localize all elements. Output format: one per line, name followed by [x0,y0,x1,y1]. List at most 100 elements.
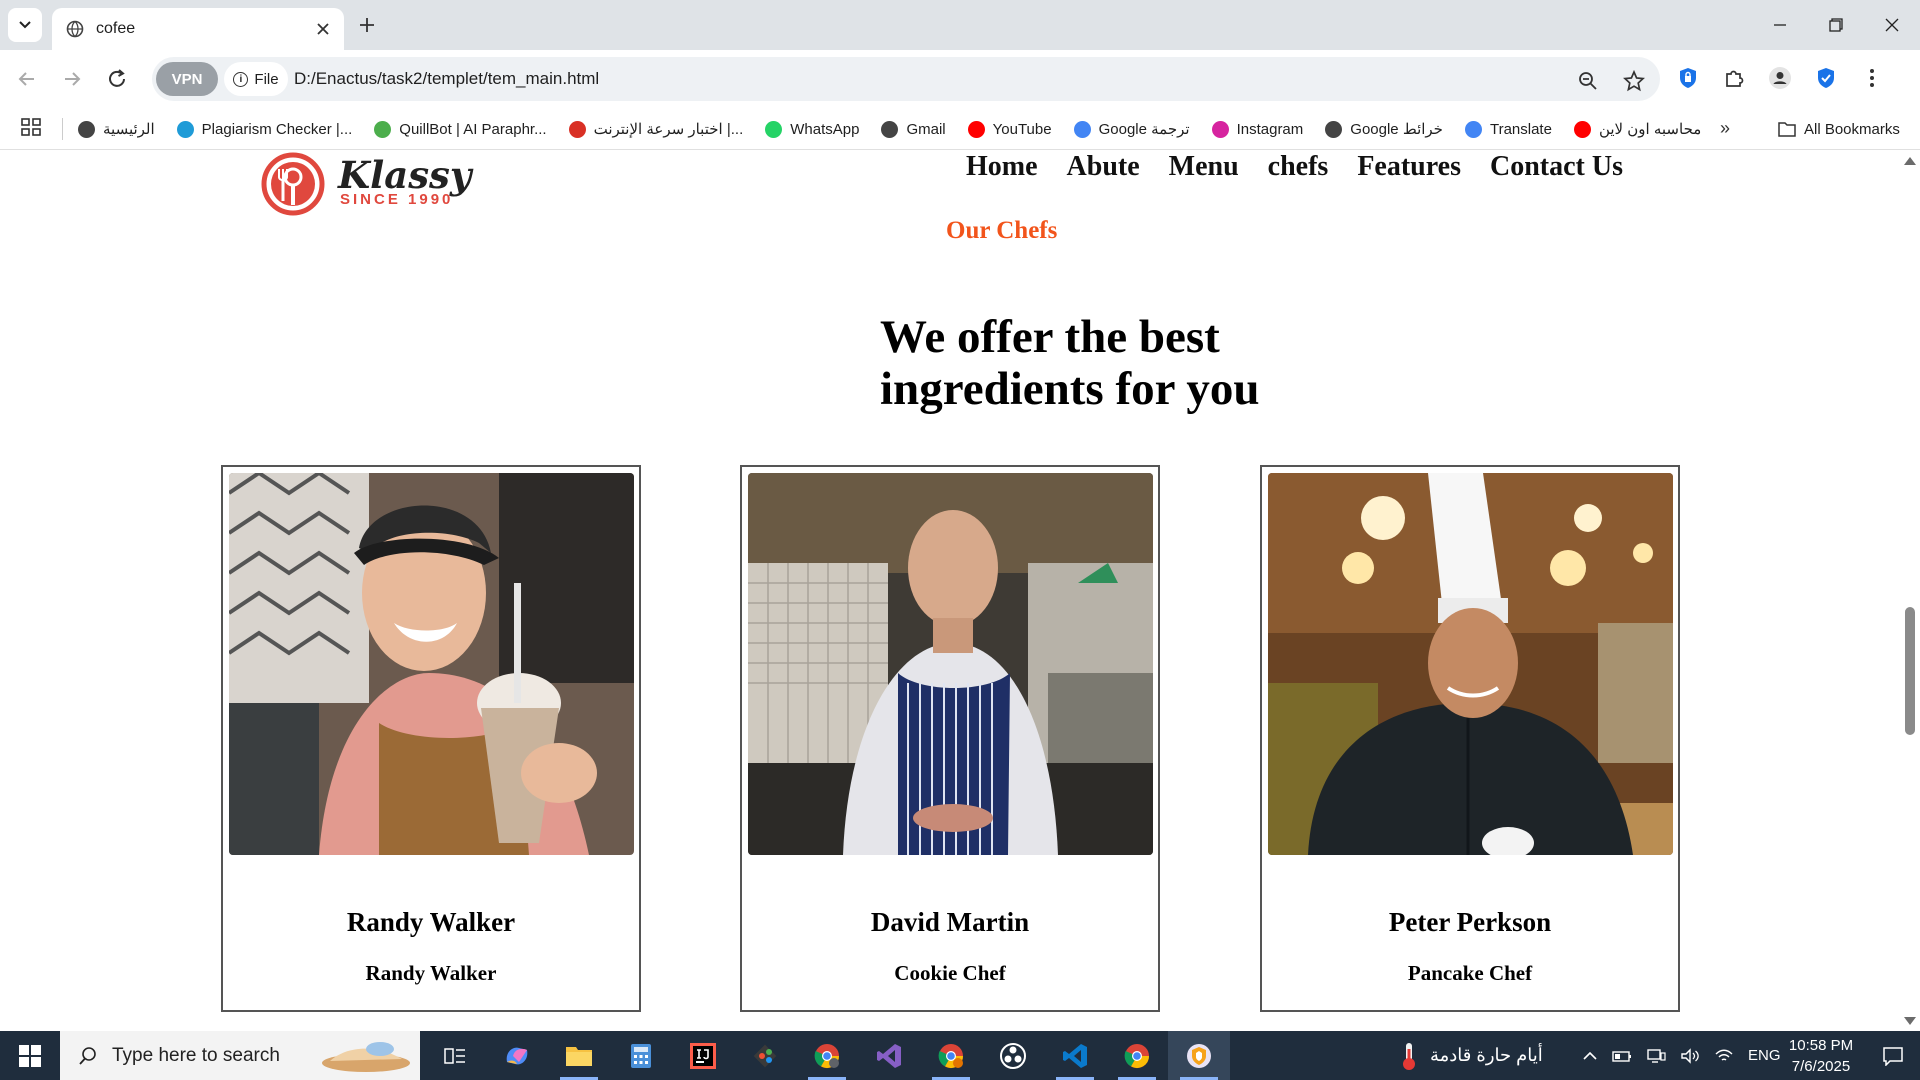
bookmark-label: اختبار سرعة الإنترنت |... [593,121,744,138]
chrome-app-2[interactable] [920,1031,982,1080]
git-app[interactable] [734,1031,796,1080]
intellij-icon [690,1042,716,1069]
back-button[interactable] [10,62,44,96]
taskbar-apps [424,1031,1230,1080]
brave-app[interactable] [1168,1031,1230,1080]
page-scrollbar[interactable] [1900,151,1920,1031]
bookmark-item[interactable]: اختبار سرعة الإنترنت |... [568,120,744,138]
weather-widget[interactable]: أيام حارة قادمة [1400,1031,1543,1080]
kebab-menu-icon [1870,69,1874,87]
visual-studio-app[interactable] [858,1031,920,1080]
logo-tagline: SINCE 1990 [340,191,454,208]
battery-icon[interactable] [1612,1048,1632,1064]
bookmark-item[interactable]: QuillBot | AI Paraphr... [374,120,547,138]
bookmark-item[interactable]: Instagram [1211,120,1303,138]
bookmark-label: Google ترجمة [1098,121,1190,138]
browser-tab[interactable]: cofee [52,8,344,50]
browser-menu-button[interactable] [1856,62,1888,94]
chrome-profile-app[interactable] [796,1031,858,1080]
bookmark-star-button[interactable] [1618,65,1650,97]
nav-menu[interactable]: Menu [1169,151,1239,191]
close-icon [1885,18,1899,32]
calculator-app[interactable] [610,1031,672,1080]
zoom-button[interactable] [1572,65,1604,97]
bookmark-item[interactable]: الرئيسية [78,120,155,138]
apps-grid-icon [21,118,41,136]
notification-center-button[interactable] [1866,1031,1920,1080]
reload-icon [109,69,125,87]
more-bookmarks-button[interactable]: » [1720,118,1730,139]
wifi-icon[interactable] [1714,1048,1734,1064]
intellij-app[interactable] [672,1031,734,1080]
profile-button[interactable] [1764,62,1796,94]
restore-button[interactable] [1808,0,1864,50]
minimize-button[interactable] [1752,0,1808,50]
taskbar-search[interactable]: Type here to search [60,1031,420,1080]
close-window-button[interactable] [1864,0,1920,50]
display-icon[interactable] [1646,1048,1666,1064]
vpn-badge[interactable]: VPN [156,62,218,96]
windows-logo-icon [19,1044,41,1067]
bookmark-item[interactable]: Gmail [881,120,946,138]
volume-icon[interactable] [1680,1047,1700,1064]
scroll-up-arrow[interactable] [1904,157,1916,165]
bookmark-item[interactable]: Google ترجمة [1073,120,1190,138]
file-explorer-app[interactable] [548,1031,610,1080]
bookmark-item[interactable]: Plagiarism Checker |... [176,120,352,138]
bookmark-item[interactable]: YouTube [967,120,1052,138]
chevron-up-icon[interactable] [1582,1048,1598,1064]
forward-button[interactable] [55,62,89,96]
all-bookmarks-button[interactable]: All Bookmarks [1778,108,1900,150]
site-logo[interactable]: Klassy SINCE 1990 [258,151,471,217]
address-bar[interactable]: VPN i File D:/Enactus/task2/templet/tem_… [152,57,1660,101]
nav-contact[interactable]: Contact Us [1490,151,1623,191]
git-diamond-icon [753,1044,777,1067]
task-view-button[interactable] [424,1031,486,1080]
calculator-icon [631,1043,651,1068]
bookmark-label: Gmail [906,120,946,138]
minimize-icon [1774,24,1786,26]
weather-text: أيام حارة قادمة [1430,1045,1543,1065]
vscode-app[interactable] [1044,1031,1106,1080]
chef-name: Peter Perkson [1388,907,1552,937]
extensions-button[interactable] [1718,62,1750,94]
new-tab-button[interactable] [352,10,382,40]
chef-role: Cookie Chef [894,961,1006,985]
close-tab-icon[interactable] [316,22,330,36]
shield-lock-icon [1680,68,1696,88]
copilot-app[interactable] [486,1031,548,1080]
page-viewport: Klassy SINCE 1990 Home Abute Menu chefs … [0,151,1900,1031]
nav-home[interactable]: Home [966,151,1038,191]
bookmark-label: QuillBot | AI Paraphr... [399,120,547,138]
clock-date: 7/6/2025 [1791,1058,1851,1075]
scroll-thumb[interactable] [1905,607,1915,735]
bookmark-item[interactable]: محاسبه اون لاين [1573,120,1701,138]
folder-icon [566,1046,592,1066]
section-label: Our Chefs [946,217,1058,244]
url-text[interactable]: D:/Enactus/task2/templet/tem_main.html [294,69,599,89]
obs-app[interactable] [982,1031,1044,1080]
bookmark-label: Translate [1489,120,1552,138]
apps-button[interactable] [20,116,42,143]
info-icon: i [233,71,249,87]
password-manager-extension[interactable] [1672,62,1704,94]
scroll-down-arrow[interactable] [1904,1017,1916,1025]
puzzle-icon [1726,70,1744,87]
site-info-chip[interactable]: i File [224,62,288,96]
bookmark-item[interactable]: Translate [1464,120,1552,138]
bookmark-item[interactable]: WhatsApp [765,120,859,138]
nav-about[interactable]: Abute [1067,151,1140,191]
nav-features[interactable]: Features [1357,151,1461,191]
copilot-icon [506,1047,528,1064]
bookmark-item[interactable]: Google خرائط [1325,120,1443,138]
reload-button[interactable] [100,62,134,96]
security-extension[interactable] [1810,62,1842,94]
restore-icon [1829,18,1843,32]
tab-search-button[interactable] [8,8,42,42]
taskbar-clock[interactable]: 10:58 PM 7/6/2025 [1776,1035,1866,1077]
chrome-app[interactable] [1106,1031,1168,1080]
bookmark-label: الرئيسية [103,121,155,138]
start-button[interactable] [0,1031,60,1080]
nav-chefs[interactable]: chefs [1268,151,1329,191]
plus-icon [360,18,374,32]
